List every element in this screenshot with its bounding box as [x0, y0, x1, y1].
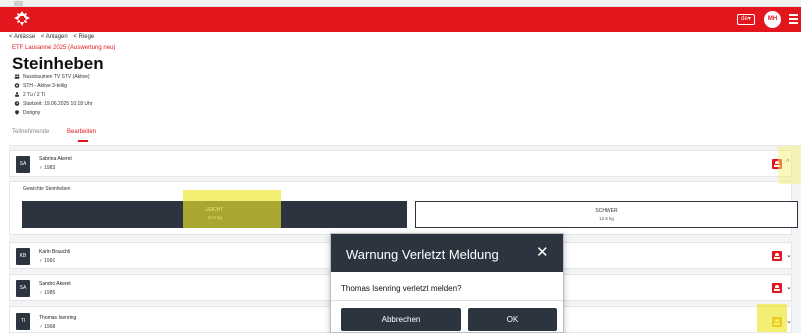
location-pin-icon — [15, 110, 19, 115]
ok-button[interactable]: OK — [468, 308, 557, 331]
weights-panel: Gewichte Steinheben LEICHT 10.0 kg SCHWE… — [9, 181, 798, 235]
weight-heavy-button[interactable]: SCHWER 12.5 kg — [415, 201, 798, 228]
dialog-header: Warnung Verletzt Meldung ✕ — [331, 234, 563, 272]
target-icon — [14, 83, 20, 88]
gender-icon: ♂ — [39, 324, 43, 330]
event-link[interactable]: ETF Lausanne 2025 (Auswertung neu) — [12, 45, 115, 51]
tab-teilnehmende[interactable]: Teilnehmende — [12, 129, 49, 135]
gender-icon: ♂ — [39, 290, 43, 296]
participant-name: Thomas Isenring — [39, 315, 77, 321]
breadcrumb-riege[interactable]: < Riege — [73, 34, 94, 40]
browser-tab[interactable] — [14, 1, 23, 6]
participant-birth-year: ♀ 1983 — [39, 165, 56, 171]
meta-location: Dorigny — [14, 110, 40, 116]
group-icon — [14, 74, 20, 79]
weights-label: Gewichte Steinheben — [23, 186, 71, 192]
participant-initials: SA — [16, 280, 30, 297]
breadcrumb-anlaesse[interactable]: < Anlässe — [9, 34, 35, 40]
participant-birth-year: ♂ 1968 — [39, 324, 56, 330]
person-icon — [15, 92, 19, 97]
participant-name: Sandro Akeret — [39, 281, 71, 287]
breadcrumb-anlagen[interactable]: < Anlagen — [41, 34, 68, 40]
stv-logo-icon[interactable] — [13, 10, 31, 28]
dialog-message: Thomas Isenring verletzt melden? — [341, 284, 462, 293]
cancel-button[interactable]: Abbrechen — [341, 308, 461, 331]
highlight-annotation — [183, 190, 281, 228]
dialog-divider — [331, 300, 563, 301]
participant-birth-year: ♂ 1985 — [39, 290, 56, 296]
breadcrumb: < Anlässe < Anlagen < Riege — [9, 34, 98, 40]
highlight-annotation — [757, 304, 787, 332]
highlight-annotation — [778, 146, 801, 184]
user-avatar[interactable]: MH — [764, 11, 781, 28]
participant-initials: SA — [16, 156, 30, 173]
tab-bearbeiten[interactable]: Bearbeiten — [67, 129, 96, 135]
participant-name: Karin Brauchli — [39, 249, 71, 255]
language-select[interactable]: de▾ — [737, 14, 755, 25]
participant-birth-year: ♀ 1991 — [39, 258, 56, 264]
person-icon — [775, 285, 779, 288]
browser-tab-strip — [0, 0, 801, 7]
clock-icon — [14, 101, 20, 106]
injury-warning-dialog: Warnung Verletzt Meldung ✕ Thomas Isenri… — [330, 233, 564, 333]
gender-icon: ♀ — [39, 258, 43, 264]
close-icon[interactable]: ✕ — [536, 244, 549, 261]
participant-initials: TI — [16, 313, 30, 330]
injury-report-button[interactable] — [772, 251, 782, 261]
expand-chevron-icon[interactable]: ⌄ — [786, 283, 792, 291]
meta-participants: 2 Tu / 2 Ti — [14, 92, 45, 98]
meta-category: STH - Aktive 3-teilig — [14, 83, 67, 89]
dialog-title: Warnung Verletzt Meldung — [346, 247, 499, 262]
meta-club: Nussbaumen TV STV (Aktive) — [14, 74, 90, 80]
participant-initials: KB — [16, 248, 30, 265]
page-title: Steinheben — [12, 54, 104, 73]
person-icon — [775, 253, 779, 256]
gender-icon: ♀ — [39, 165, 43, 171]
participant-row[interactable]: SA Sabrina Akeret ♀ 1983 ^ — [9, 150, 792, 177]
participant-name: Sabrina Akeret — [39, 156, 72, 162]
meta-start-time: Startzeit: 19.06.2025 10:18 Uhr — [14, 101, 93, 107]
hamburger-menu-icon[interactable] — [789, 14, 798, 24]
top-bar: de▾ MH — [0, 7, 801, 32]
injury-report-button[interactable] — [772, 283, 782, 293]
active-tab-indicator — [78, 140, 88, 142]
expand-chevron-icon[interactable]: ⌄ — [786, 251, 792, 259]
